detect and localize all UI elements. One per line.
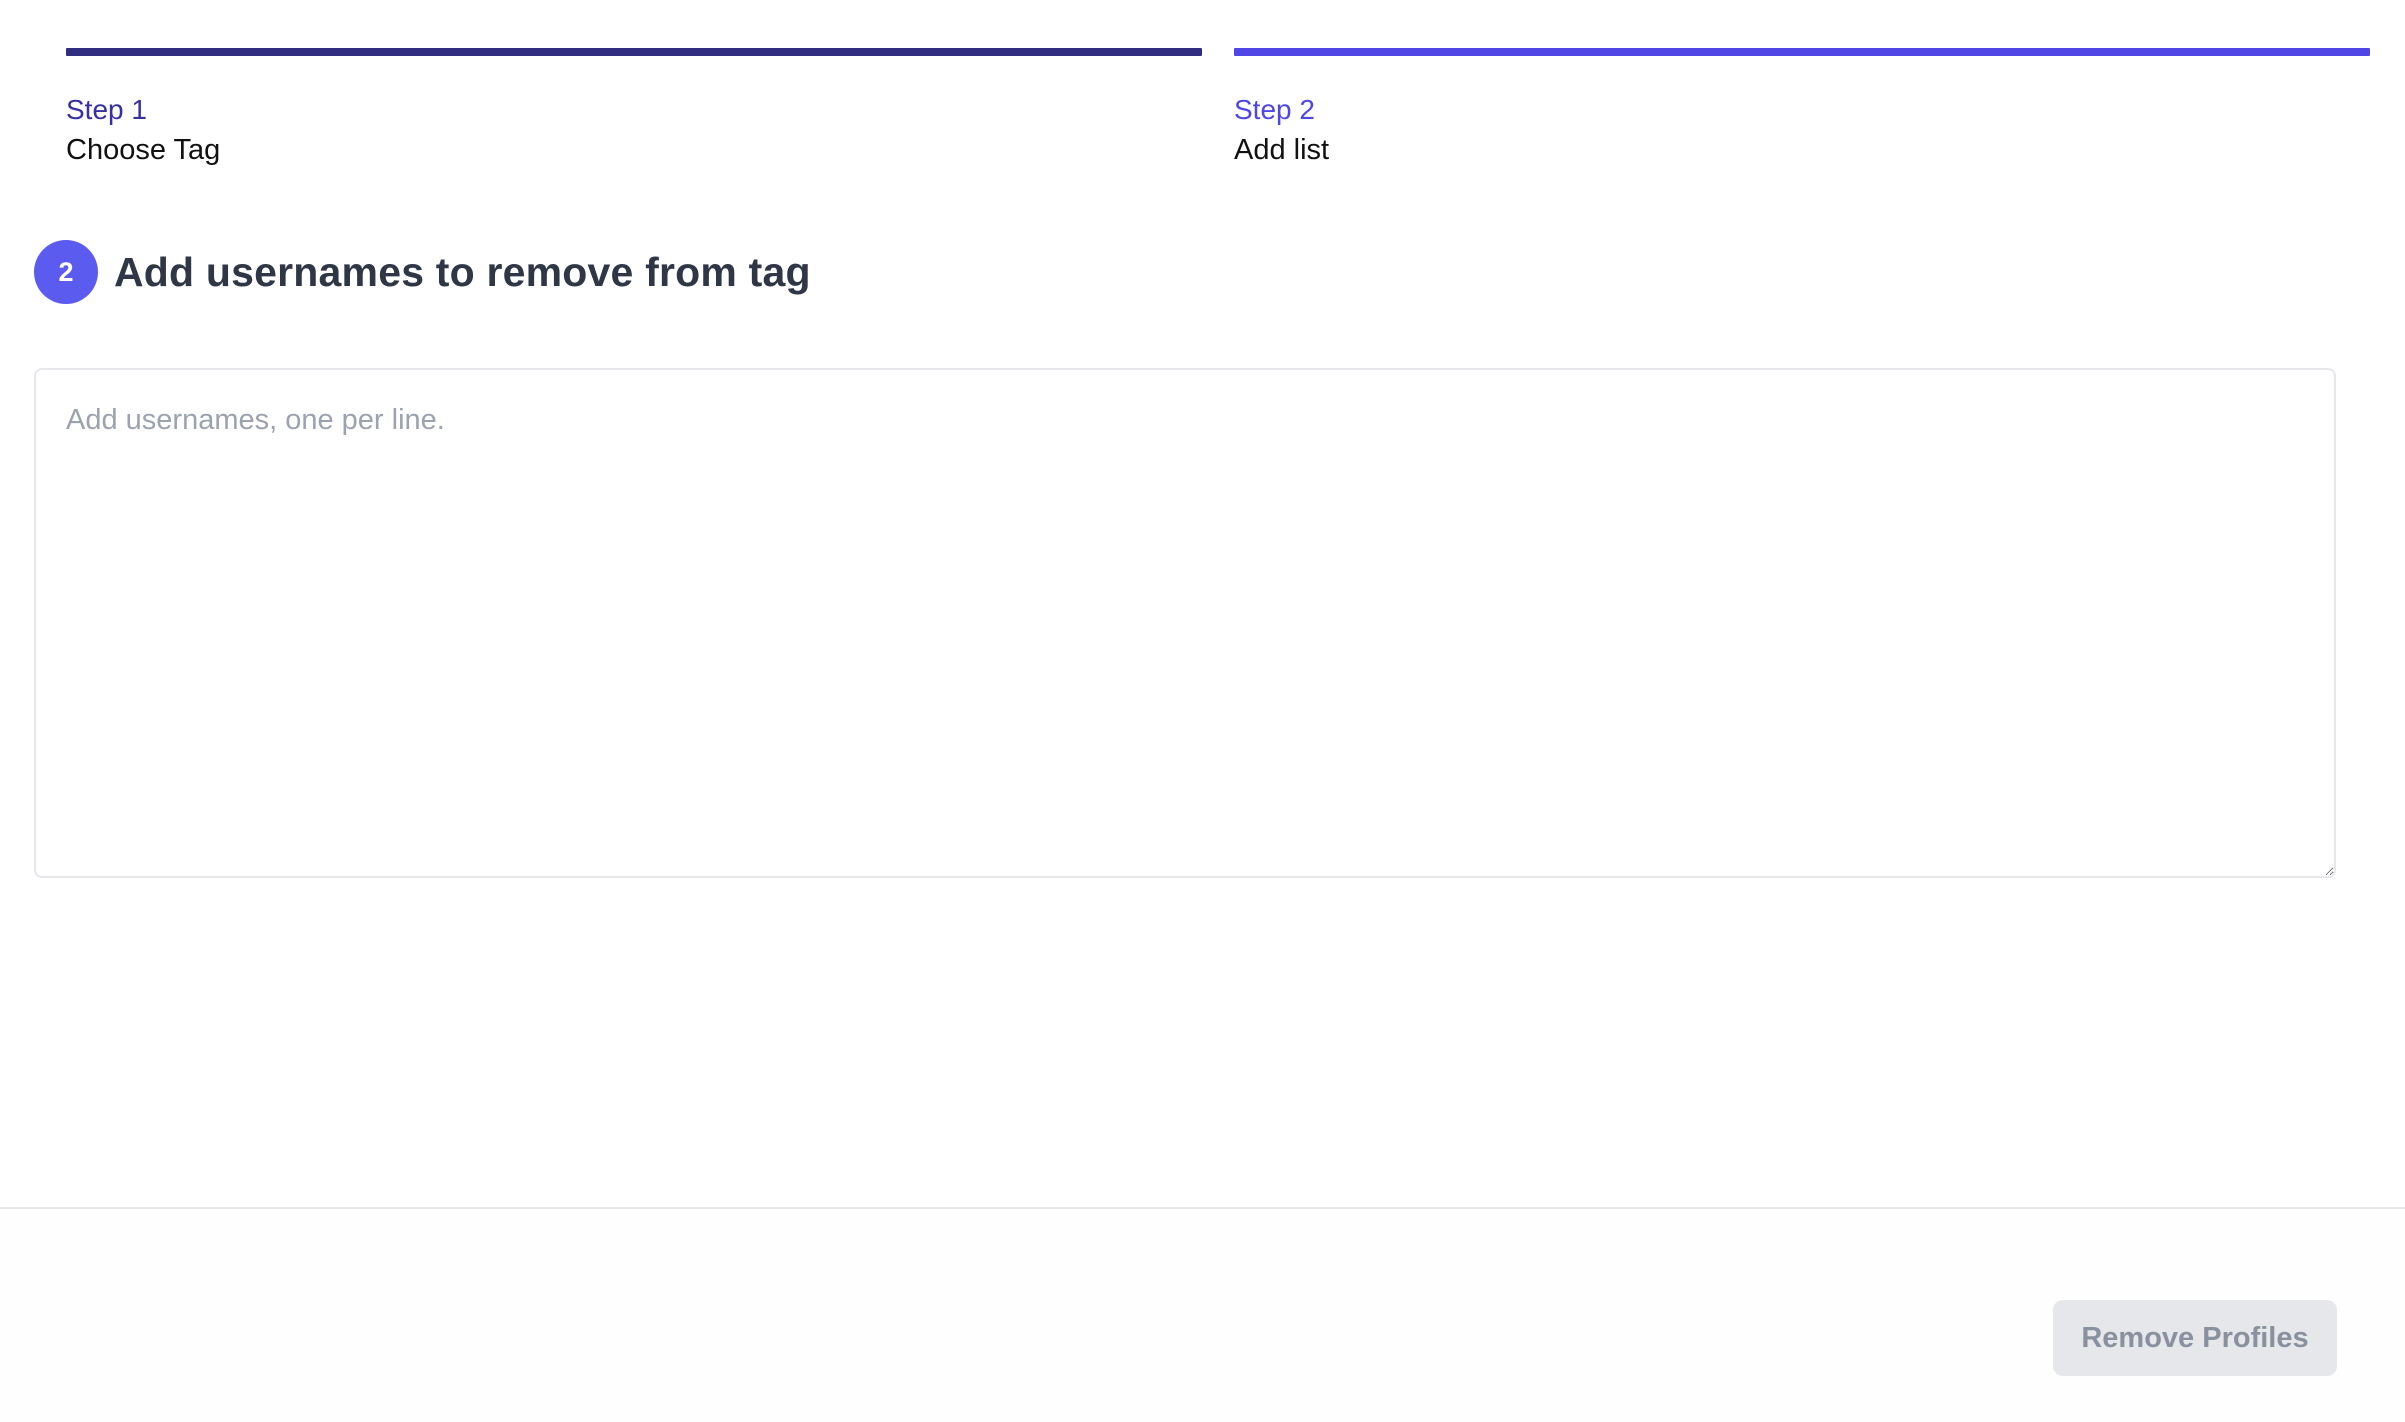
section-header: 2 Add usernames to remove from tag xyxy=(34,240,811,304)
usernames-textarea[interactable] xyxy=(34,368,2336,878)
step-2-kicker: Step 2 xyxy=(1234,94,1315,125)
footer xyxy=(0,1209,2405,1422)
stepper: Step 1 Choose Tag Step 2 Add list xyxy=(66,48,2370,167)
step-2-progress-bar xyxy=(1234,48,2370,56)
step-1-title: Choose Tag xyxy=(66,134,221,166)
step-2-title: Add list xyxy=(1234,134,1330,166)
step-number-badge: 2 xyxy=(34,240,98,304)
section-title: Add usernames to remove from tag xyxy=(114,248,811,295)
step-1-progress-bar xyxy=(66,48,1202,56)
remove-from-tag-page: Step 1 Choose Tag Step 2 Add list 2 Add … xyxy=(0,0,2405,1422)
remove-profiles-button[interactable]: Remove Profiles xyxy=(2053,1300,2337,1376)
step-choose-tag[interactable]: Step 1 Choose Tag xyxy=(66,48,1202,167)
step-add-list[interactable]: Step 2 Add list xyxy=(1234,48,2370,167)
step-1-kicker: Step 1 xyxy=(66,94,147,125)
